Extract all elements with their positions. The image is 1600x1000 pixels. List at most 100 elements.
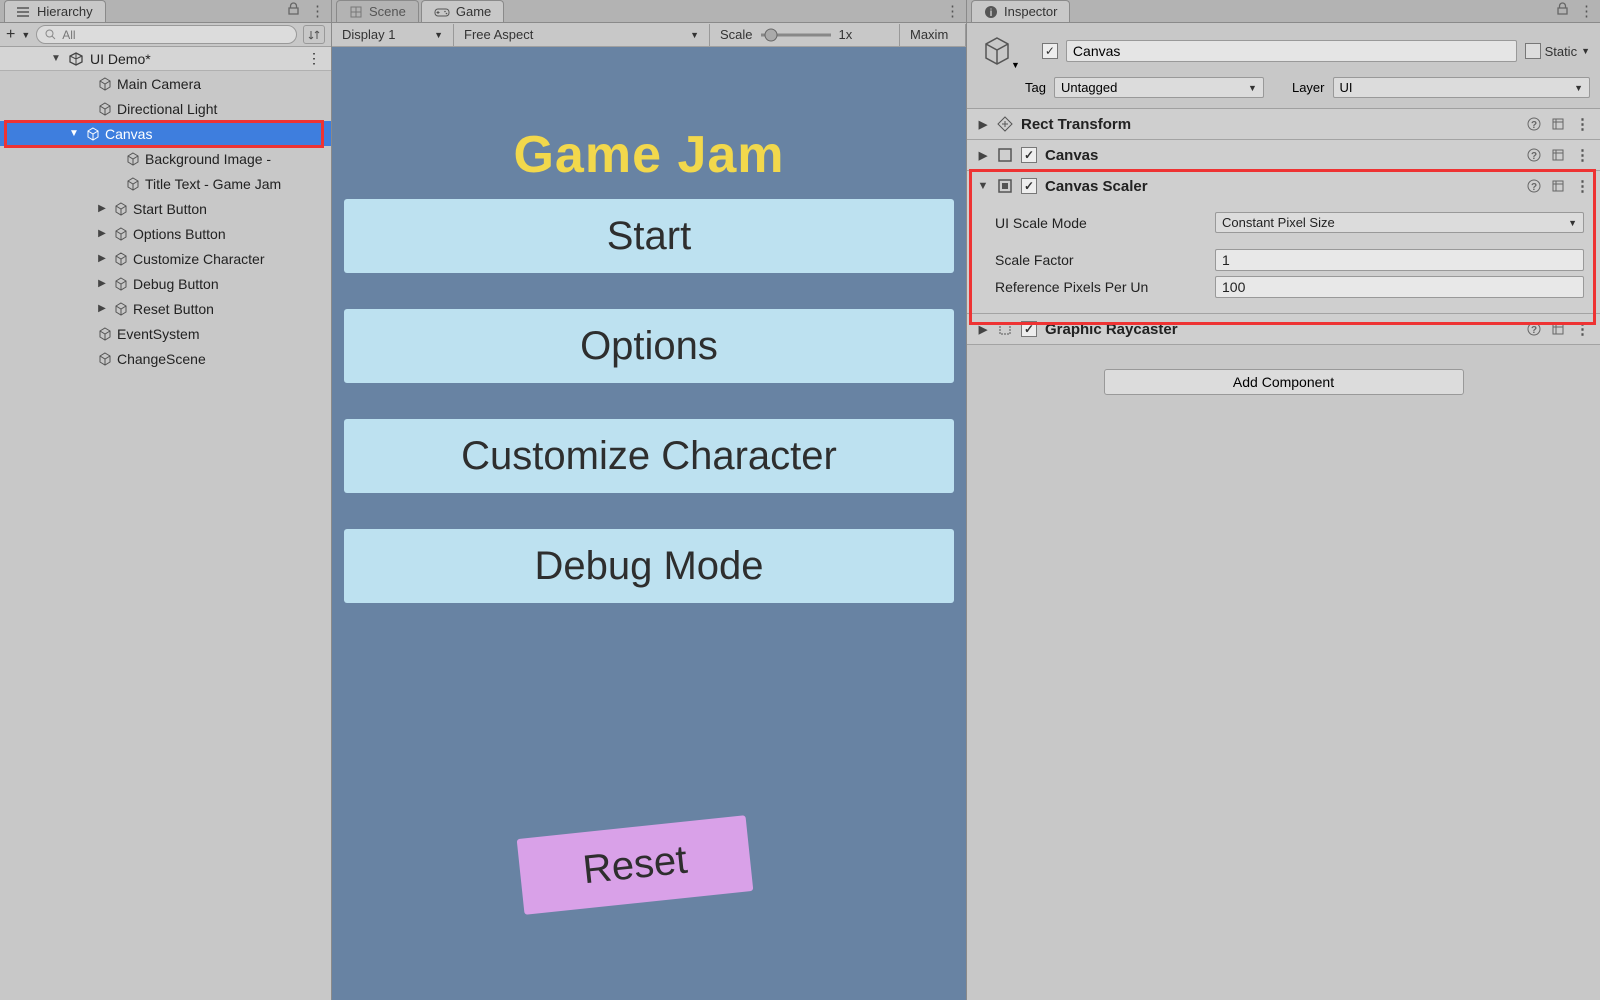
help-icon[interactable]: ?	[1527, 179, 1541, 193]
preset-icon[interactable]	[1551, 179, 1565, 193]
svg-text:i: i	[990, 8, 993, 19]
help-icon[interactable]: ?	[1527, 322, 1541, 336]
node-start[interactable]: ▶Start Button	[0, 196, 331, 221]
ref-pixels-label: Reference Pixels Per Un	[995, 279, 1205, 295]
scale-slider[interactable]: Scale 1x	[710, 24, 900, 46]
svg-text:?: ?	[1531, 120, 1537, 131]
tag-dropdown[interactable]: Untagged▼	[1054, 77, 1264, 98]
layer-dropdown[interactable]: UI▼	[1333, 77, 1591, 98]
lock-icon[interactable]	[1556, 2, 1569, 20]
canvas-scaler-icon	[997, 178, 1013, 194]
component-header[interactable]: ▶ ✓ Canvas ?⋮	[967, 140, 1600, 170]
gameobject-icon	[112, 275, 129, 292]
node-options[interactable]: ▶Options Button	[0, 221, 331, 246]
reset-button[interactable]: Reset	[517, 815, 754, 915]
menu-icon[interactable]: ⋮	[1579, 2, 1594, 20]
debug-button[interactable]: Debug Mode	[344, 529, 954, 603]
menu-icon[interactable]: ⋮	[945, 2, 960, 20]
start-button[interactable]: Start	[344, 199, 954, 273]
scale-factor-field[interactable]: 1	[1215, 249, 1584, 271]
game-title: Game Jam	[332, 125, 966, 185]
menu-icon[interactable]: ⋮	[1575, 320, 1590, 338]
scene-menu-icon[interactable]: ⋮	[307, 50, 321, 67]
node-debug[interactable]: ▶Debug Button	[0, 271, 331, 296]
game-tab[interactable]: Game	[421, 0, 504, 22]
node-main-camera[interactable]: Main Camera	[0, 71, 331, 96]
hierarchy-panel: Hierarchy ⋮ + ▼ All ▼ UI Demo* ⋮	[0, 0, 332, 1000]
fold-icon[interactable]: ▶	[977, 118, 989, 131]
component-enable-checkbox[interactable]: ✓	[1021, 147, 1037, 163]
menu-icon[interactable]: ⋮	[1575, 115, 1590, 133]
inspector-tab-label: Inspector	[1004, 4, 1057, 19]
fold-icon[interactable]: ▶	[96, 253, 108, 264]
hierarchy-tree: ▼ UI Demo* ⋮ Main Camera Directional Lig…	[0, 47, 331, 1000]
gameobject-icon	[112, 300, 129, 317]
help-icon[interactable]: ?	[1527, 117, 1541, 131]
node-eventsystem[interactable]: EventSystem	[0, 321, 331, 346]
create-dropdown-icon[interactable]: ▼	[21, 30, 30, 40]
fold-icon[interactable]: ▶	[96, 303, 108, 314]
display-dropdown[interactable]: Display 1▼	[332, 24, 454, 46]
options-button[interactable]: Options	[344, 309, 954, 383]
fold-icon[interactable]: ▶	[96, 228, 108, 239]
scene-tab[interactable]: Scene	[336, 0, 419, 22]
create-button[interactable]: +	[6, 26, 15, 44]
component-header[interactable]: ▼ ✓ Canvas Scaler ?⋮	[967, 171, 1600, 201]
chevron-down-icon[interactable]: ▼	[1011, 60, 1020, 70]
fold-icon[interactable]: ▶	[977, 149, 989, 162]
fold-icon[interactable]: ▶	[96, 278, 108, 289]
node-customize[interactable]: ▶Customize Character	[0, 246, 331, 271]
menu-icon[interactable]: ⋮	[310, 2, 325, 20]
canvas-icon	[997, 147, 1013, 163]
inspector-tabrow: i Inspector ⋮	[967, 0, 1600, 23]
fold-icon[interactable]: ▶	[977, 323, 989, 336]
add-component-button[interactable]: Add Component	[1104, 369, 1464, 395]
node-changescene[interactable]: ChangeScene	[0, 346, 331, 371]
preset-icon[interactable]	[1551, 148, 1565, 162]
menu-icon[interactable]: ⋮	[1575, 177, 1590, 195]
fold-icon[interactable]: ▼	[977, 180, 989, 192]
component-canvas-scaler: ▼ ✓ Canvas Scaler ?⋮ UI Scale ModeConsta…	[967, 171, 1600, 314]
scale-factor-label: Scale Factor	[995, 252, 1205, 268]
preset-icon[interactable]	[1551, 117, 1565, 131]
aspect-dropdown[interactable]: Free Aspect▼	[454, 24, 710, 46]
gameobject-icon	[112, 225, 129, 242]
hierarchy-tab[interactable]: Hierarchy	[4, 0, 106, 22]
preset-icon[interactable]	[1551, 322, 1565, 336]
component-enable-checkbox[interactable]: ✓	[1021, 321, 1037, 337]
node-dir-light[interactable]: Directional Light	[0, 96, 331, 121]
component-graphic-raycaster: ▶ ✓ Graphic Raycaster ?⋮	[967, 314, 1600, 345]
fold-icon[interactable]: ▼	[50, 53, 62, 64]
lock-icon[interactable]	[287, 2, 300, 20]
svg-text:?: ?	[1531, 182, 1537, 193]
scale-mode-dropdown[interactable]: Constant Pixel Size▼	[1215, 212, 1584, 233]
help-icon[interactable]: ?	[1527, 148, 1541, 162]
component-header[interactable]: ▶ Rect Transform ?⋮	[967, 109, 1600, 139]
gameobject-icon	[124, 175, 141, 192]
hierarchy-search[interactable]: All	[36, 25, 297, 44]
active-checkbox[interactable]: ✓	[1042, 43, 1058, 59]
gameobject-icon	[96, 325, 113, 342]
sort-button[interactable]	[303, 25, 325, 44]
scene-header[interactable]: ▼ UI Demo* ⋮	[0, 47, 331, 71]
node-canvas[interactable]: ▼Canvas	[0, 121, 331, 146]
node-bg[interactable]: Background Image -	[0, 146, 331, 171]
scene-icon	[349, 5, 363, 19]
ref-pixels-field[interactable]: 100	[1215, 276, 1584, 298]
fold-icon[interactable]: ▶	[96, 203, 108, 214]
node-title[interactable]: Title Text - Game Jam	[0, 171, 331, 196]
node-reset[interactable]: ▶Reset Button	[0, 296, 331, 321]
menu-icon[interactable]: ⋮	[1575, 146, 1590, 164]
customize-button[interactable]: Customize Character	[344, 419, 954, 493]
fold-icon[interactable]: ▼	[68, 128, 80, 139]
hierarchy-icon	[17, 5, 31, 19]
maximize-toggle[interactable]: Maxim	[900, 24, 966, 46]
layer-label: Layer	[1292, 80, 1325, 95]
scale-mode-label: UI Scale Mode	[995, 215, 1205, 231]
static-toggle[interactable]: Static▼	[1525, 43, 1590, 59]
inspector-tab[interactable]: i Inspector	[971, 0, 1070, 22]
component-header[interactable]: ▶ ✓ Graphic Raycaster ?⋮	[967, 314, 1600, 344]
name-field[interactable]: Canvas	[1066, 40, 1517, 62]
component-enable-checkbox[interactable]: ✓	[1021, 178, 1037, 194]
gameobject-icon	[112, 200, 129, 217]
